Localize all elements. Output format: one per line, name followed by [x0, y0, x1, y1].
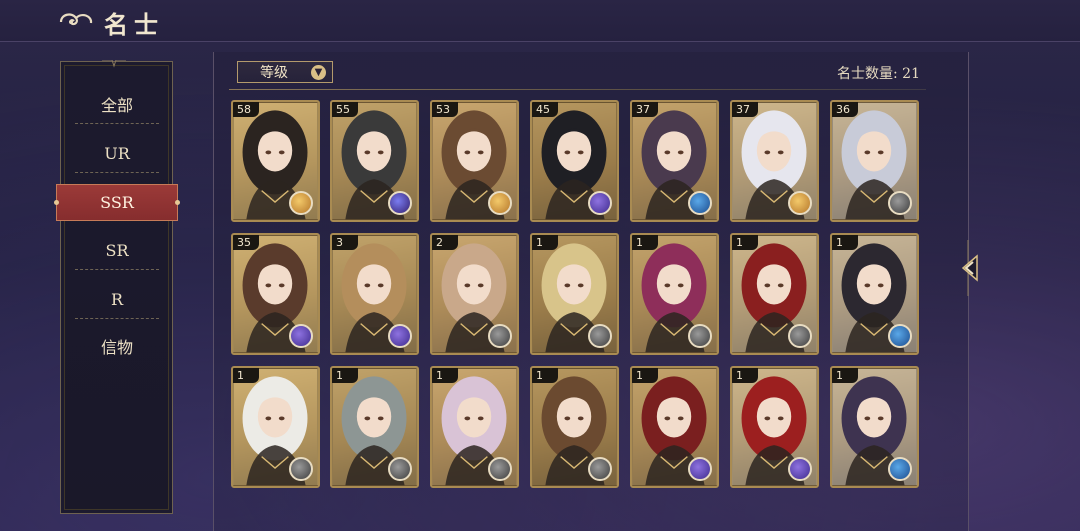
hero-card[interactable]: 37	[630, 100, 719, 222]
level-badge: 1	[532, 368, 558, 383]
top-bar: 名士	[0, 0, 1080, 42]
divider	[75, 123, 159, 124]
level-badge: 55	[332, 102, 358, 117]
level-badge: 37	[732, 102, 758, 117]
level-badge: 53	[432, 102, 458, 117]
left-ornament-dot	[54, 200, 59, 205]
hero-card[interactable]: 1	[830, 233, 919, 355]
sidebar-item-label: 全部	[100, 96, 133, 115]
divider	[75, 269, 159, 270]
level-badge: 1	[632, 368, 658, 383]
sort-label: 等级	[260, 65, 288, 81]
element-emblem-icon	[788, 324, 812, 348]
level-badge: 1	[832, 235, 858, 250]
sort-dropdown[interactable]: 等级 ▼	[237, 61, 333, 83]
sidebar-item-label: SR	[105, 240, 129, 260]
chevron-down-icon: ▼	[311, 65, 326, 80]
sidebar-item-sr[interactable]: SR	[75, 230, 159, 270]
level-badge: 35	[233, 235, 259, 250]
element-emblem-icon	[388, 191, 412, 215]
hero-card[interactable]: 3	[330, 233, 419, 355]
sidebar-item-label: 信物	[100, 338, 133, 357]
sidebar-item-ur[interactable]: UR	[75, 133, 159, 173]
level-badge: 1	[732, 368, 758, 383]
hero-card[interactable]: 45	[530, 100, 619, 222]
element-emblem-icon	[788, 191, 812, 215]
element-emblem-icon	[588, 457, 612, 481]
element-emblem-icon	[888, 191, 912, 215]
divider	[75, 318, 159, 319]
header-divider	[229, 89, 926, 90]
hero-count: 名士数量: 21	[837, 66, 920, 82]
level-badge: 36	[832, 102, 858, 117]
divider	[75, 172, 159, 173]
element-emblem-icon	[388, 457, 412, 481]
level-badge: 45	[532, 102, 558, 117]
level-badge: 1	[732, 235, 758, 250]
level-badge: 1	[532, 235, 558, 250]
hero-card[interactable]: 1	[730, 366, 819, 488]
element-emblem-icon	[888, 457, 912, 481]
level-badge: 1	[832, 368, 858, 383]
element-emblem-icon	[688, 191, 712, 215]
hero-card[interactable]: 1	[231, 366, 320, 488]
rarity-filter-panel: 全部 UR SSR SR R 信物	[54, 60, 180, 514]
sidebar-item-r[interactable]: R	[75, 279, 159, 319]
element-emblem-icon	[289, 324, 313, 348]
sidebar-item-ssr[interactable]: SSR	[54, 184, 180, 221]
hero-card[interactable]: 2	[430, 233, 519, 355]
element-emblem-icon	[388, 324, 412, 348]
element-emblem-icon	[588, 324, 612, 348]
element-emblem-icon	[788, 457, 812, 481]
hero-card[interactable]: 1	[530, 233, 619, 355]
hero-card[interactable]: 53	[430, 100, 519, 222]
hero-card[interactable]: 1	[730, 233, 819, 355]
element-emblem-icon	[488, 457, 512, 481]
level-badge: 2	[432, 235, 458, 250]
hero-card[interactable]: 1	[330, 366, 419, 488]
element-emblem-icon	[888, 324, 912, 348]
hero-card[interactable]: 1	[630, 366, 719, 488]
hero-card[interactable]: 1	[530, 366, 619, 488]
cloud-swirl-icon	[59, 13, 93, 26]
hero-card[interactable]: 55	[330, 100, 419, 222]
expand-arrow-icon[interactable]	[955, 238, 981, 298]
sidebar-item-token[interactable]: 信物	[75, 326, 159, 366]
element-emblem-icon	[688, 324, 712, 348]
element-emblem-icon	[488, 191, 512, 215]
hero-card[interactable]: 36	[830, 100, 919, 222]
hero-card[interactable]: 35	[231, 233, 320, 355]
element-emblem-icon	[289, 191, 313, 215]
level-badge: 1	[332, 368, 358, 383]
hero-card[interactable]: 1	[430, 366, 519, 488]
element-emblem-icon	[289, 457, 313, 481]
level-badge: 3	[332, 235, 358, 250]
right-ornament-dot	[175, 200, 180, 205]
element-emblem-icon	[688, 457, 712, 481]
level-badge: 37	[632, 102, 658, 117]
hero-card[interactable]: 37	[730, 100, 819, 222]
sidebar-item-label: R	[110, 289, 124, 309]
page-title: 名士	[104, 10, 164, 39]
level-badge: 1	[632, 235, 658, 250]
hero-card[interactable]: 1	[830, 366, 919, 488]
hero-card[interactable]: 58	[231, 100, 320, 222]
level-badge: 1	[432, 368, 458, 383]
hero-card[interactable]: 1	[630, 233, 719, 355]
sidebar-item-label: SSR	[100, 193, 134, 212]
panel-ornament-icon	[102, 60, 126, 68]
element-emblem-icon	[588, 191, 612, 215]
sidebar-item-label: UR	[104, 143, 130, 163]
sidebar-item-all[interactable]: 全部	[75, 84, 159, 124]
level-badge: 1	[233, 368, 259, 383]
level-badge: 58	[233, 102, 259, 117]
element-emblem-icon	[488, 324, 512, 348]
